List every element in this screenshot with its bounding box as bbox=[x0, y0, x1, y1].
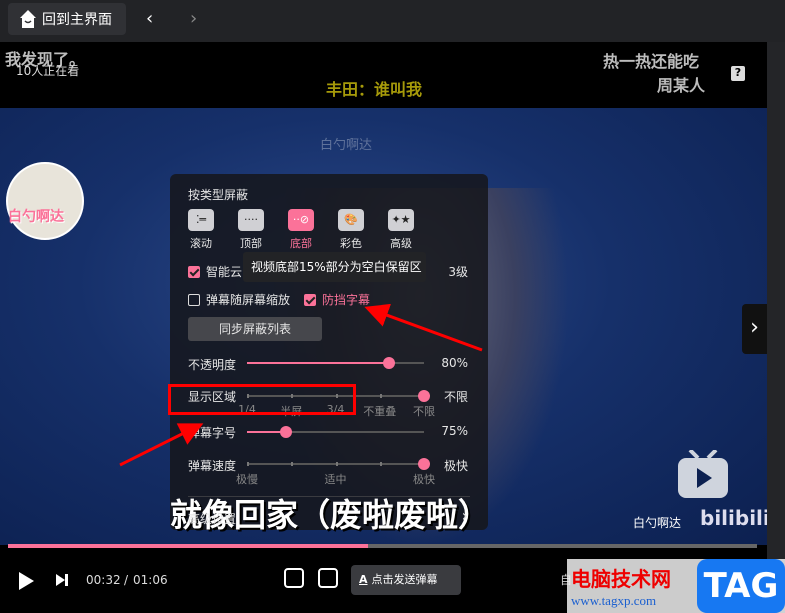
danmaku: 热一热还能吃 bbox=[603, 52, 700, 71]
danmaku-toggle-icon[interactable] bbox=[284, 568, 304, 588]
watermark-uploader: 白勺啊达 bbox=[320, 138, 373, 153]
slider-tick-label: 不重叠 bbox=[363, 405, 397, 418]
slider-tick-label: 极慢 bbox=[236, 473, 258, 486]
danmaku-settings-panel: 按类型屏蔽 ⁚═ 滚动 ···· 顶部 ··⊘ 底部 🎨 彩色 ✦★ 高级 智能云 3级 … bbox=[170, 174, 488, 530]
display-area-value: 不限 bbox=[443, 390, 468, 404]
chevron-right-icon: › bbox=[461, 506, 468, 525]
danmaku: 周某人 bbox=[657, 76, 706, 95]
tooltip: 视频底部15%部分为空白保留区 bbox=[243, 252, 426, 282]
type-top[interactable]: ···· 顶部 bbox=[238, 209, 264, 251]
opacity-label: 不透明度 bbox=[188, 358, 237, 372]
checkbox[interactable] bbox=[188, 293, 200, 306]
current-time: 00:32 bbox=[86, 573, 121, 587]
next-episode-icon[interactable] bbox=[55, 573, 69, 587]
scale-with-screen-checkbox[interactable]: 弹幕随屏幕缩放 bbox=[188, 291, 290, 308]
slider-handle[interactable] bbox=[279, 426, 292, 438]
danmaku: 丰田：谁叫我 bbox=[326, 80, 423, 99]
speed-slider[interactable] bbox=[247, 458, 430, 470]
slider-tick[interactable] bbox=[379, 462, 382, 466]
slider-tick[interactable] bbox=[335, 462, 338, 466]
text-icon: A bbox=[359, 573, 368, 586]
bilibili-logo: bilibili bbox=[700, 506, 767, 530]
checkbox[interactable] bbox=[188, 265, 200, 278]
checkbox[interactable] bbox=[304, 293, 316, 306]
annotation-box bbox=[168, 384, 356, 415]
right-sidebar bbox=[767, 42, 785, 613]
next-arrow-button[interactable]: › bbox=[742, 304, 767, 354]
forward-button[interactable]: › bbox=[190, 8, 197, 29]
type-color[interactable]: 🎨 彩色 bbox=[338, 209, 364, 251]
block-by-type-title: 按类型屏蔽 bbox=[188, 188, 249, 202]
type-advanced[interactable]: ✦★ 高级 bbox=[388, 209, 414, 251]
bottom-blocked-icon: ··⊘ bbox=[288, 209, 314, 231]
uploader-name: 白勺啊达 bbox=[633, 516, 682, 530]
slider-tick-label: 不限 bbox=[413, 405, 435, 418]
sync-block-list-button[interactable]: 同步屏蔽列表 bbox=[188, 317, 322, 341]
danmaku-settings-icon[interactable] bbox=[318, 568, 338, 588]
back-button[interactable]: ‹ bbox=[146, 8, 153, 29]
bilibili-tv-icon bbox=[678, 450, 728, 498]
play-icon[interactable] bbox=[17, 571, 35, 591]
font-size-slider[interactable] bbox=[247, 426, 424, 438]
type-scroll[interactable]: ⁚═ 滚动 bbox=[188, 209, 214, 251]
progress-bar[interactable] bbox=[8, 544, 757, 548]
top-bar: 回到主界面 ‹ › bbox=[0, 0, 785, 42]
home-label: 回到主界面 bbox=[42, 12, 112, 28]
slider-tick[interactable] bbox=[379, 394, 382, 398]
prevent-subtitle-checkbox[interactable]: 防挡字幕 bbox=[304, 291, 370, 308]
slider-handle[interactable] bbox=[382, 357, 395, 369]
smart-cloud-level: 3级 bbox=[448, 265, 468, 279]
smart-cloud-checkbox[interactable]: 智能云 bbox=[188, 263, 242, 280]
opacity-slider[interactable] bbox=[247, 357, 424, 369]
slider-tick[interactable] bbox=[291, 462, 294, 466]
viewer-count: 10人正在看 bbox=[16, 64, 80, 78]
slider-tick-label: 适中 bbox=[324, 473, 347, 486]
avatar-text: 白勺啊达 bbox=[8, 209, 64, 225]
slider-handle[interactable] bbox=[418, 458, 430, 470]
stars-icon: ✦★ bbox=[388, 209, 414, 231]
type-bottom[interactable]: ··⊘ 底部 bbox=[288, 209, 314, 251]
font-size-value: 75% bbox=[441, 424, 468, 438]
slider-tick[interactable] bbox=[247, 462, 249, 466]
top-icon: ···· bbox=[238, 209, 264, 231]
time-separator: / bbox=[124, 573, 129, 587]
scroll-icon: ⁚═ bbox=[188, 209, 214, 231]
advanced-settings-link[interactable]: 高级设置 bbox=[188, 510, 236, 527]
speed-value: 极快 bbox=[443, 459, 468, 473]
site-watermark: 电脑技术网 www.tagxp.com TAG bbox=[567, 559, 785, 613]
home-icon bbox=[20, 10, 36, 28]
help-icon[interactable]: ? bbox=[731, 66, 745, 81]
slider-tick-label: 极快 bbox=[413, 473, 435, 486]
uploader-avatar bbox=[6, 162, 84, 240]
send-danmaku-input[interactable]: A 点击发送弹幕 bbox=[351, 565, 461, 595]
opacity-value: 80% bbox=[441, 356, 468, 370]
font-size-label: 弹幕字号 bbox=[188, 426, 237, 440]
palette-icon: 🎨 bbox=[338, 209, 364, 231]
slider-handle[interactable] bbox=[418, 390, 430, 402]
total-time: 01:06 bbox=[133, 573, 168, 587]
home-button[interactable]: 回到主界面 bbox=[8, 3, 126, 35]
speed-label: 弹幕速度 bbox=[188, 459, 237, 473]
